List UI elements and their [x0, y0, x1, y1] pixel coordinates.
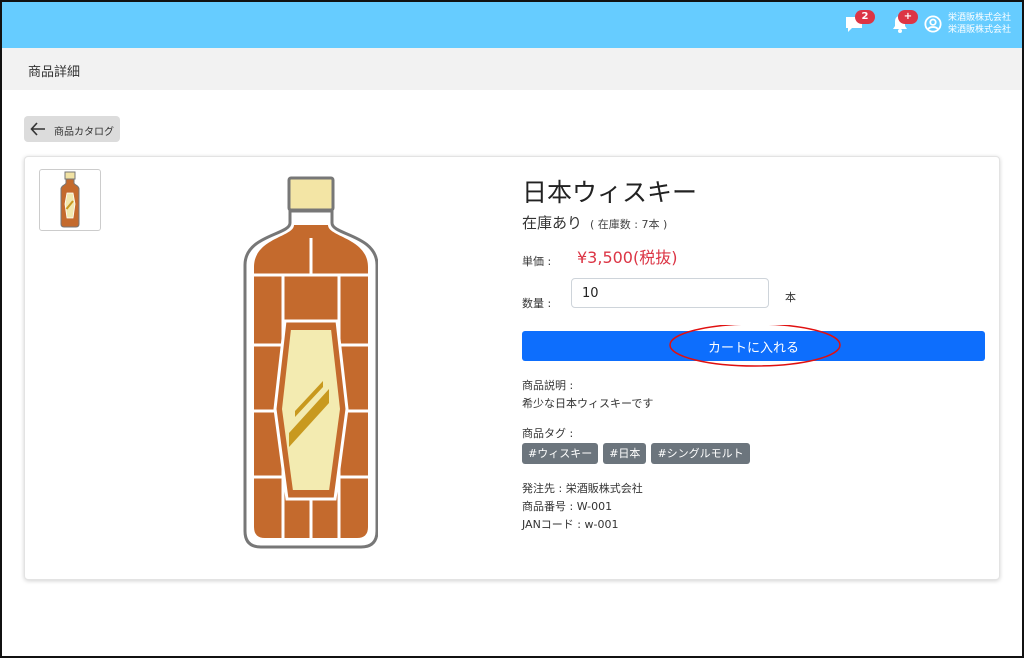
- tag-single-malt[interactable]: #シングルモルト: [651, 443, 750, 464]
- tag-whisky[interactable]: #ウィスキー: [522, 443, 599, 464]
- bottle-thumbnail-image: [60, 171, 80, 228]
- app-window: 2 + 栄酒販株式会社 栄酒販株式会社 商品詳細 商品カタログ 日本ウィスキー …: [0, 0, 1024, 658]
- company-line-2: 栄酒販株式会社: [948, 25, 1012, 35]
- description-text: 希少な日本ウィスキーです: [522, 397, 654, 410]
- product-info: 日本ウィスキー 在庫あり ( 在庫数 : 7本 ) 単価 : ¥3,500(税抜)…: [522, 157, 987, 577]
- bell-badge: +: [898, 10, 918, 24]
- tag-japan[interactable]: #日本: [603, 443, 647, 464]
- top-navbar: 2 + 栄酒販株式会社 栄酒販株式会社: [2, 2, 1022, 48]
- product-name: 日本ウィスキー: [522, 178, 698, 207]
- quantity-unit: 本: [785, 291, 796, 304]
- price-value: ¥3,500(税抜): [577, 248, 678, 267]
- page-header: 商品詳細: [2, 48, 1022, 90]
- stock-count: ( 在庫数 : 7本 ): [590, 218, 668, 231]
- back-button-label: 商品カタログ: [54, 127, 114, 138]
- arrow-left-icon: [30, 122, 45, 136]
- description-label: 商品説明 :: [522, 379, 574, 392]
- chat-badge: 2: [855, 10, 875, 24]
- add-to-cart-button[interactable]: カートに入れる: [522, 331, 985, 361]
- tag-list: #ウィスキー #日本 #シングルモルト: [522, 443, 750, 464]
- product-card: 日本ウィスキー 在庫あり ( 在庫数 : 7本 ) 単価 : ¥3,500(税抜)…: [24, 156, 1000, 580]
- back-to-catalog-button[interactable]: 商品カタログ: [24, 116, 120, 142]
- user-circle-icon[interactable]: [924, 15, 942, 33]
- company-line-1: 栄酒販株式会社: [948, 13, 1012, 23]
- product-image: [243, 176, 378, 549]
- product-thumbnail[interactable]: [39, 169, 101, 231]
- stock-status-label: 在庫あり: [522, 214, 583, 232]
- tags-label: 商品タグ :: [522, 427, 574, 440]
- quantity-label: 数量 :: [522, 297, 552, 310]
- page-title: 商品詳細: [28, 65, 81, 80]
- stock-status: 在庫あり ( 在庫数 : 7本 ): [522, 212, 667, 233]
- product-number: 商品番号 : W-001: [522, 500, 613, 513]
- supplier-info: 発注先 : 栄酒販株式会社: [522, 482, 643, 495]
- quantity-input[interactable]: [571, 278, 769, 308]
- price-label: 単価 :: [522, 255, 552, 268]
- jan-code: JANコード : w-001: [522, 518, 619, 531]
- company-name[interactable]: 栄酒販株式会社 栄酒販株式会社: [948, 12, 1011, 36]
